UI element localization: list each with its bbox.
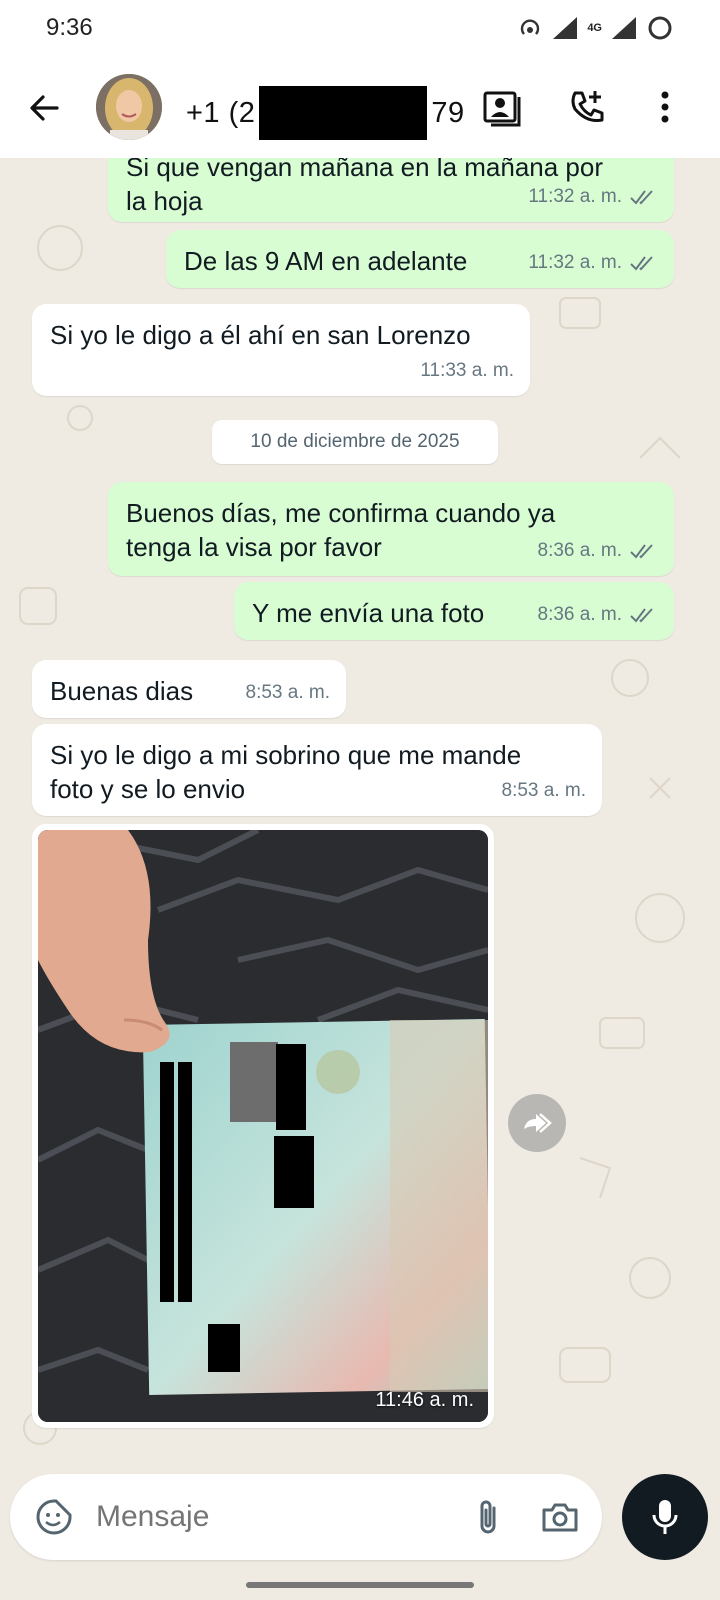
more-vert-icon bbox=[661, 91, 669, 123]
visa-photo[interactable]: 11:46 a. m. bbox=[38, 830, 488, 1422]
message-bubble-incoming[interactable]: Buenas dias 8:53 a. m. bbox=[32, 660, 346, 718]
phone-plus-icon bbox=[571, 91, 604, 122]
network-type: 4G bbox=[587, 22, 602, 34]
message-text: Si yo le digo a él ahí en san Lorenzo bbox=[50, 320, 471, 350]
sticker-icon bbox=[36, 1499, 72, 1535]
message-meta: 8:36 a. m. bbox=[538, 598, 659, 632]
status-time: 9:36 bbox=[46, 14, 93, 41]
message-time: 8:36 a. m. bbox=[537, 604, 623, 625]
contact-name-suffix: 79 bbox=[431, 96, 465, 129]
message-meta: 11:32 a. m. bbox=[528, 180, 658, 214]
avatar-image bbox=[96, 74, 162, 140]
battery-icon bbox=[648, 16, 672, 40]
contact-name-prefix: +1 (2 bbox=[186, 96, 256, 129]
message-meta: 8:53 a. m. bbox=[246, 676, 331, 710]
double-check-icon bbox=[630, 190, 653, 205]
contact-card-icon bbox=[483, 91, 521, 127]
paperclip-icon bbox=[480, 1500, 496, 1534]
double-check-icon bbox=[630, 256, 653, 271]
overflow-menu-button[interactable] bbox=[640, 82, 690, 132]
camera-button[interactable] bbox=[538, 1495, 582, 1539]
double-check-icon bbox=[630, 608, 653, 623]
contact-card-button[interactable] bbox=[476, 82, 526, 132]
visa-photo-image bbox=[38, 830, 488, 1422]
message-meta: 11:33 a. m. bbox=[420, 354, 514, 388]
forward-button[interactable] bbox=[508, 1094, 566, 1152]
contact-name[interactable]: +1 (2 79 bbox=[186, 86, 465, 140]
message-text: Si yo le digo a mi sobrino que me mande bbox=[50, 740, 522, 770]
message-text: Buenos días, me confirma cuando ya bbox=[126, 498, 556, 528]
signal-icon-2 bbox=[612, 17, 636, 39]
gesture-nav-handle[interactable] bbox=[246, 1582, 474, 1588]
message-time: 8:53 a. m. bbox=[501, 780, 587, 801]
message-bubble-outgoing[interactable]: Si que vengan mañana en la mañana por la… bbox=[108, 158, 674, 222]
message-meta: 11:32 a. m. bbox=[528, 246, 658, 280]
redaction-block bbox=[259, 86, 428, 140]
message-composer bbox=[10, 1474, 602, 1560]
message-time: 11:32 a. m. bbox=[528, 252, 622, 273]
chat-area[interactable]: Si que vengan mañana en la mañana por la… bbox=[0, 158, 720, 1458]
double-check-icon bbox=[630, 544, 653, 559]
message-meta: 8:53 a. m. bbox=[502, 774, 587, 808]
message-bubble-outgoing[interactable]: Buenos días, me confirma cuando ya tenga… bbox=[108, 482, 674, 576]
hotspot-icon bbox=[521, 19, 540, 35]
message-bubble-outgoing[interactable]: De las 9 AM en adelante 11:32 a. m. bbox=[166, 230, 674, 288]
status-bar: 9:36 4G bbox=[0, 0, 720, 56]
microphone-icon bbox=[652, 1500, 678, 1534]
message-time: 11:33 a. m. bbox=[420, 360, 514, 381]
message-time: 8:53 a. m. bbox=[245, 682, 331, 703]
back-button[interactable] bbox=[22, 86, 66, 130]
status-icons: 4G bbox=[517, 14, 674, 42]
message-time: 11:32 a. m. bbox=[528, 186, 622, 207]
contact-avatar[interactable] bbox=[96, 74, 162, 140]
message-meta: 8:36 a. m. bbox=[538, 534, 659, 568]
date-separator: 10 de diciembre de 2025 bbox=[212, 420, 498, 464]
message-bubble-incoming[interactable]: Si yo le digo a él ahí en san Lorenzo 11… bbox=[32, 304, 530, 396]
camera-icon bbox=[542, 1503, 578, 1532]
attach-button[interactable] bbox=[466, 1495, 510, 1539]
chat-header: +1 (2 79 bbox=[0, 56, 720, 158]
arrow-left-icon bbox=[30, 95, 59, 121]
signal-icon bbox=[553, 17, 578, 39]
message-time: 11:46 a. m. bbox=[375, 1389, 474, 1411]
voice-message-button[interactable] bbox=[622, 1474, 708, 1560]
add-call-button[interactable] bbox=[562, 82, 612, 132]
image-message[interactable]: 11:46 a. m. bbox=[32, 824, 494, 1428]
emoji-sticker-button[interactable] bbox=[32, 1495, 76, 1539]
message-time: 8:36 a. m. bbox=[537, 540, 623, 561]
message-bubble-incoming[interactable]: Si yo le digo a mi sobrino que me mande … bbox=[32, 724, 602, 816]
message-input[interactable] bbox=[96, 1496, 436, 1538]
message-bubble-outgoing[interactable]: Y me envía una foto 8:36 a. m. bbox=[234, 582, 674, 640]
forward-icon bbox=[524, 1113, 552, 1133]
